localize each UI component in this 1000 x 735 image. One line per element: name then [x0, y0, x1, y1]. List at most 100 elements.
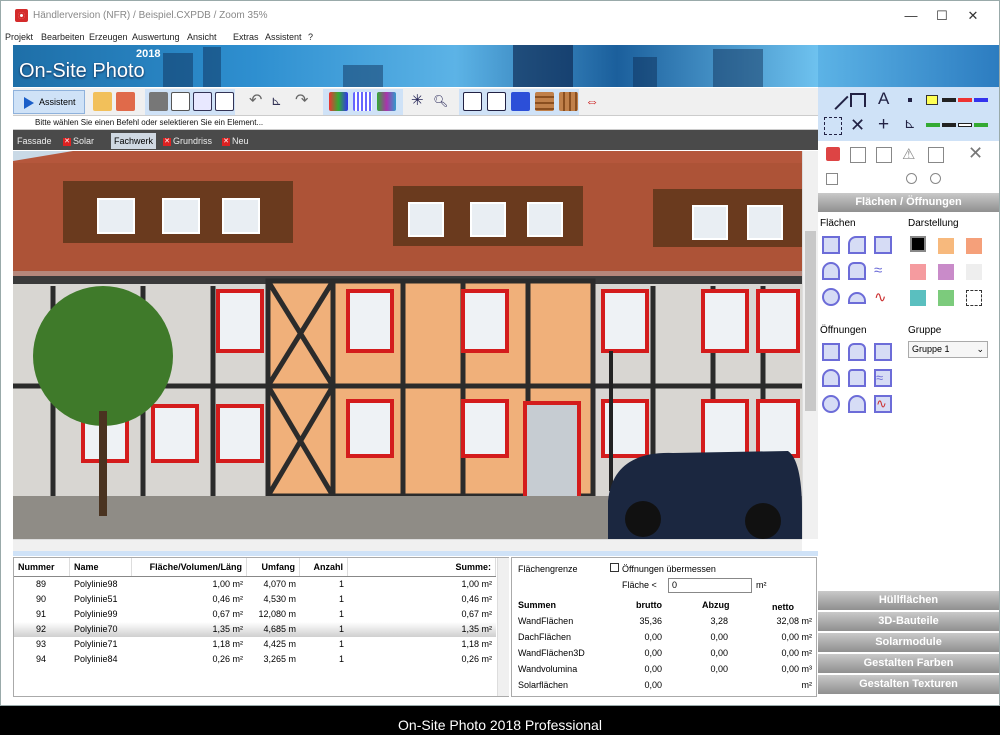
menu-bearbeiten[interactable]: Bearbeiten — [41, 32, 85, 42]
table-row[interactable]: 93 Polylinie71 1,18 m² 4,425 m 1 1,18 m² — [14, 637, 496, 652]
menu-projekt[interactable]: Projekt — [5, 32, 33, 42]
point-icon[interactable] — [908, 98, 912, 102]
zoom-icon[interactable]: 🔍︎ — [433, 92, 452, 111]
gruppe-select[interactable]: Gruppe 1 ⌄ — [908, 341, 988, 358]
split-view-icon[interactable] — [850, 147, 866, 163]
panels-icon[interactable] — [559, 92, 578, 111]
tab-close-icon[interactable]: ✕ — [63, 137, 71, 146]
tab-fachwerk[interactable]: Fachwerk — [111, 133, 157, 149]
line-green-icon[interactable] — [926, 123, 940, 127]
swatch-transparent[interactable] — [966, 290, 982, 306]
menu-assistent[interactable]: Assistent — [265, 32, 302, 42]
table-row[interactable]: 92 Polylinie70 1,35 m² 4,685 m 1 1,35 m² — [14, 622, 496, 637]
flaechen-oeffnungen-header[interactable]: Flächen / Öffnungen — [818, 193, 999, 212]
bricks-icon[interactable] — [535, 92, 554, 111]
tab-solar[interactable]: ✕ Solar — [63, 134, 94, 148]
house-up-icon[interactable] — [93, 92, 112, 111]
swatch-pink[interactable] — [910, 264, 926, 280]
circle-opening-icon[interactable] — [822, 395, 840, 413]
facade-photo-canvas[interactable] — [13, 151, 802, 539]
menu-extras[interactable]: Extras — [233, 32, 259, 42]
polyline-icon[interactable] — [850, 93, 866, 107]
add-layer-icon[interactable] — [826, 147, 840, 161]
house-down-icon[interactable] — [116, 92, 135, 111]
line-white-icon[interactable] — [958, 123, 972, 127]
duplicate-icon[interactable] — [928, 147, 944, 163]
document-icon[interactable] — [171, 92, 190, 111]
text-icon[interactable]: A — [878, 89, 889, 109]
angle-icon[interactable]: ⊾ — [904, 115, 916, 132]
wave-opening-icon[interactable]: ≈ — [874, 369, 892, 387]
swatch-violet[interactable] — [938, 264, 954, 280]
chamfer-surface-icon[interactable] — [848, 236, 866, 254]
plus-icon[interactable]: + — [878, 114, 889, 136]
table-row[interactable]: 91 Polylinie99 0,67 m² 12,080 m 1 0,67 m² — [14, 607, 496, 622]
table-row[interactable]: 94 Polylinie84 0,26 m² 3,265 m 1 0,26 m² — [14, 652, 496, 667]
menu-help[interactable]: ? — [308, 32, 313, 42]
tab-neu[interactable]: ✕ Neu — [222, 134, 249, 148]
circle-surface-icon[interactable] — [822, 288, 840, 306]
export-icon[interactable] — [215, 92, 234, 111]
tab-close-icon[interactable]: ✕ — [222, 137, 230, 146]
col-summe[interactable]: Summe: — [348, 558, 496, 576]
gestalten-texturen-button[interactable]: Gestalten Texturen — [818, 675, 999, 694]
color-grid-icon[interactable] — [329, 92, 348, 111]
rect-filled-icon[interactable] — [511, 92, 530, 111]
redo-icon[interactable]: ↷ — [295, 92, 314, 111]
gable-surface-icon[interactable] — [822, 262, 840, 280]
swatch-green[interactable] — [938, 290, 954, 306]
picture-icon[interactable] — [193, 92, 212, 111]
texture-grid-icon[interactable] — [353, 92, 372, 111]
rect-surface-icon[interactable] — [822, 236, 840, 254]
freeform-surface-icon[interactable]: ∿ — [874, 288, 892, 306]
swatch-white[interactable] — [966, 264, 982, 280]
print-icon[interactable] — [149, 92, 168, 111]
remove-circle-icon[interactable] — [930, 173, 941, 184]
flaeche-input[interactable]: 0 — [668, 578, 752, 593]
line-icon[interactable] — [823, 84, 849, 110]
arched-opening-icon[interactable] — [848, 343, 866, 361]
measure-icon[interactable]: ⊾ — [271, 92, 290, 111]
warning-icon[interactable]: ⚠ — [902, 145, 915, 163]
photo-vertical-scrollbar[interactable] — [802, 151, 818, 539]
menu-erzeugen[interactable]: Erzeugen — [89, 32, 128, 42]
add-circle-icon[interactable] — [906, 173, 917, 184]
rect-outline-icon[interactable] — [487, 92, 506, 111]
col-flaeche[interactable]: Fläche/Volumen/Läng — [132, 558, 247, 576]
panel-splitter[interactable] — [13, 551, 818, 556]
asterisk-icon[interactable]: ✳ — [411, 92, 430, 111]
col-name[interactable]: Name — [70, 558, 132, 576]
line-black-icon[interactable] — [942, 98, 956, 102]
scroll-thumb[interactable] — [805, 231, 816, 411]
color-bars-icon[interactable] — [377, 92, 396, 111]
swatch-orange[interactable] — [938, 238, 954, 254]
copy-icon[interactable] — [876, 147, 892, 163]
oeffnungen-checkbox[interactable] — [610, 563, 619, 572]
rect-surface2-icon[interactable] — [874, 236, 892, 254]
edit-icon[interactable] — [826, 173, 838, 185]
marker-yellow-icon[interactable] — [926, 95, 938, 105]
swatch-teal[interactable] — [910, 290, 926, 306]
wave-surface-icon[interactable]: ≈ — [874, 262, 892, 280]
tab-fassade[interactable]: Fassade — [17, 134, 52, 148]
3d-bauteile-button[interactable]: 3D-Bauteile — [818, 612, 999, 631]
col-umfang[interactable]: Umfang — [247, 558, 300, 576]
huellflaechen-button[interactable]: Hüllflächen — [818, 591, 999, 610]
line-blue-icon[interactable] — [974, 98, 988, 102]
solarmodule-button[interactable]: Solarmodule — [818, 633, 999, 652]
tab-grundriss[interactable]: ✕ Grundriss — [163, 134, 212, 148]
swatch-black[interactable] — [910, 236, 926, 252]
hip-opening-icon[interactable] — [848, 369, 866, 387]
tab-close-icon[interactable]: ✕ — [163, 137, 171, 146]
col-anzahl[interactable]: Anzahl — [300, 558, 348, 576]
gestalten-farben-button[interactable]: Gestalten Farben — [818, 654, 999, 673]
hip-surface-icon[interactable] — [848, 262, 866, 280]
crop-icon[interactable] — [824, 117, 842, 135]
freeform-opening-icon[interactable]: ∿ — [874, 395, 892, 413]
table-row[interactable]: 89 Polylinie98 1,00 m² 4,070 m 1 1,00 m² — [14, 577, 496, 592]
delete-icon[interactable]: ✕ — [968, 143, 983, 164]
table-scrollbar[interactable] — [497, 558, 509, 696]
line-green2-icon[interactable] — [974, 123, 988, 127]
rect-opening2-icon[interactable] — [874, 343, 892, 361]
arc-surface-icon[interactable] — [848, 292, 866, 304]
